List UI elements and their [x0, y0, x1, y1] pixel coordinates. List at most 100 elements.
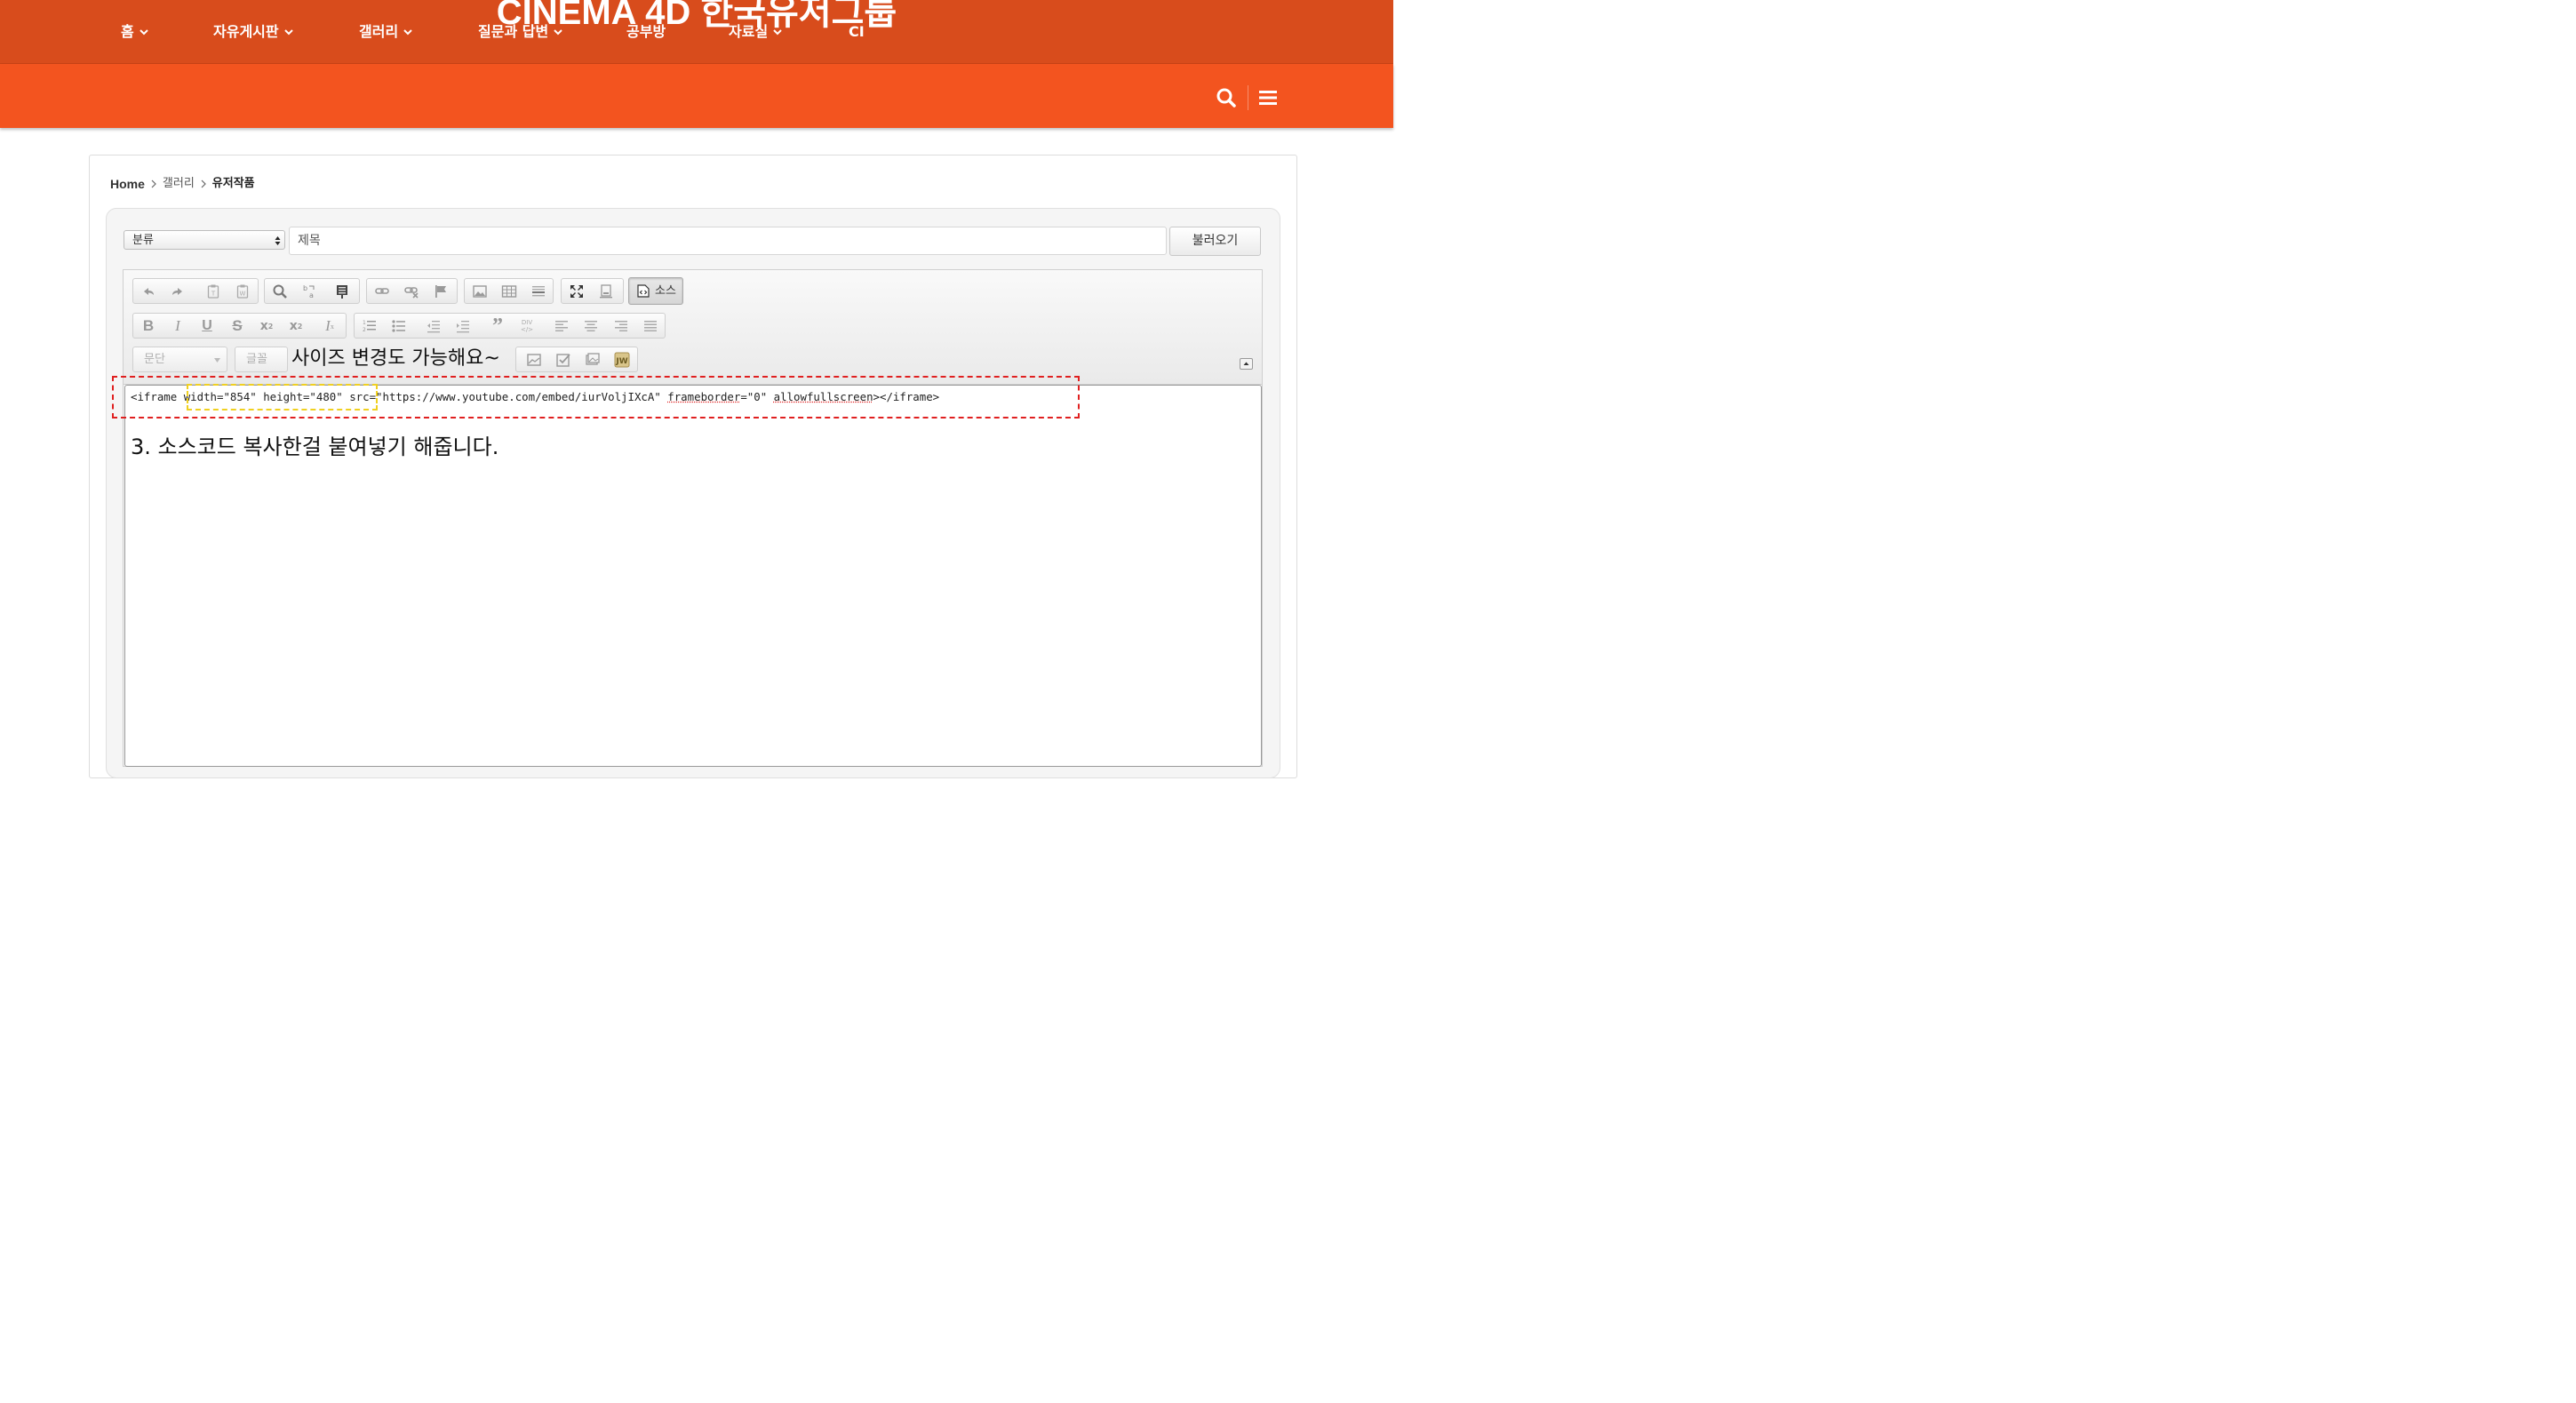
nav-item-label: 질문과 답변	[478, 23, 549, 40]
chevron-right-icon	[201, 179, 206, 188]
instruction-text: 3. 소스코드 복사한걸 붙여넣기 해줍니다.	[131, 434, 499, 459]
toolbar-group-paragraph: 12 ” DIV </>	[354, 313, 666, 339]
nav-item-label: 갤러리	[359, 23, 399, 40]
unlink-icon[interactable]	[402, 282, 421, 301]
underline-icon[interactable]: U	[197, 316, 217, 336]
font-family-dropdown[interactable]: 글꼴	[235, 347, 288, 372]
svg-text:W: W	[240, 291, 246, 298]
title-input[interactable]: 제목	[289, 227, 1167, 255]
nav-item-home[interactable]: 홈	[121, 21, 148, 43]
nav-item-gallery[interactable]: 갤러리	[359, 21, 412, 43]
decrease-indent-icon[interactable]	[424, 316, 443, 336]
svg-text:1: 1	[363, 320, 366, 326]
nav-item-ci[interactable]: CI	[849, 21, 865, 43]
paste-word-icon[interactable]: W	[233, 282, 252, 301]
nav-item-label: 공부방	[626, 23, 666, 40]
toolbar-group-basic-styles: B I U S x2 x2 Ix	[132, 313, 347, 339]
media-frame-icon[interactable]	[524, 350, 544, 370]
align-center-icon[interactable]	[581, 316, 601, 336]
jw-player-icon[interactable]: JW	[612, 350, 632, 370]
maximize-icon[interactable]	[567, 282, 586, 301]
breadcrumb-home[interactable]: Home	[110, 175, 145, 193]
chevron-down-icon	[140, 29, 148, 36]
table-icon[interactable]	[499, 282, 519, 301]
show-blocks-icon[interactable]	[596, 282, 616, 301]
undo-icon[interactable]	[139, 282, 158, 301]
nav-item-free-board[interactable]: 자유게시판	[213, 21, 293, 43]
checkbox-icon[interactable]	[554, 350, 573, 370]
paragraph-format-label: 문단	[144, 353, 165, 366]
breadcrumb-current[interactable]: 유저작품	[212, 175, 255, 193]
toolbar-group-media: JW	[515, 347, 638, 372]
numbered-list-icon[interactable]: 12	[360, 316, 379, 336]
blockquote-icon[interactable]: ”	[488, 315, 507, 337]
find-icon[interactable]	[270, 282, 290, 301]
site-header: CINEMA 4D 한국유저그룹	[0, 0, 1393, 64]
source-button-label: 소스	[655, 284, 676, 298]
align-right-icon[interactable]	[611, 316, 631, 336]
chevron-right-icon	[151, 179, 156, 188]
category-select-value: 분류	[132, 234, 154, 247]
embed-image-icon[interactable]	[583, 350, 602, 370]
redo-icon[interactable]	[168, 282, 187, 301]
chevron-down-icon	[403, 29, 412, 36]
italic-icon[interactable]: I	[168, 316, 187, 336]
nav-item-label: CI	[849, 23, 865, 40]
title-input-placeholder: 제목	[298, 234, 321, 248]
image-icon[interactable]	[470, 282, 490, 301]
load-button[interactable]: 불러오기	[1169, 227, 1261, 256]
toolbar-group-view	[561, 278, 624, 304]
nav-item-archive[interactable]: 자료실	[729, 21, 782, 43]
nav-item-qna[interactable]: 질문과 답변	[478, 21, 562, 43]
hamburger-menu-icon[interactable]	[1257, 87, 1279, 108]
breadcrumb-gallery[interactable]: 갤러리	[163, 175, 195, 193]
select-arrows-icon	[275, 236, 281, 245]
svg-text:a: a	[309, 291, 314, 299]
chevron-down-icon	[283, 29, 293, 36]
strikethrough-icon[interactable]: S	[227, 316, 247, 336]
svg-text:JW: JW	[615, 357, 627, 366]
nav-item-label: 자료실	[729, 23, 769, 40]
size-highlight-box	[187, 384, 378, 411]
replace-icon[interactable]: ba	[299, 282, 319, 301]
source-code-icon	[637, 284, 650, 298]
toolbar-group-insert	[464, 278, 554, 304]
select-all-icon[interactable]	[332, 282, 352, 301]
triangle-up-icon	[1243, 362, 1249, 365]
toolbar-group-history: T W	[132, 278, 259, 304]
toolbar-group-links	[366, 278, 458, 304]
nav-item-label: 홈	[121, 23, 134, 40]
chevron-down-icon	[214, 358, 220, 363]
remove-format-icon[interactable]: Ix	[320, 316, 339, 336]
paragraph-format-dropdown[interactable]: 문단	[132, 347, 227, 372]
link-icon[interactable]	[372, 282, 392, 301]
svg-text:T: T	[211, 291, 216, 298]
svg-text:b: b	[303, 284, 307, 292]
nav-item-study-room[interactable]: 공부방	[626, 21, 666, 43]
paste-text-icon[interactable]: T	[203, 282, 223, 301]
svg-text:2: 2	[363, 327, 366, 333]
site-title[interactable]: CINEMA 4D 한국유저그룹	[0, 0, 1393, 36]
anchor-flag-icon[interactable]	[431, 282, 451, 301]
align-justify-icon[interactable]	[641, 316, 660, 336]
increase-indent-icon[interactable]	[453, 316, 473, 336]
category-select[interactable]: 분류	[124, 230, 285, 250]
horizontal-rule-icon[interactable]	[529, 282, 548, 301]
main-nav	[0, 64, 1393, 128]
chevron-down-icon	[554, 29, 562, 36]
collapse-toolbar-button[interactable]	[1240, 358, 1253, 370]
bulleted-list-icon[interactable]	[389, 316, 409, 336]
nav-item-label: 자유게시판	[213, 23, 279, 40]
search-icon[interactable]	[1216, 87, 1237, 108]
subscript-icon[interactable]: x2	[257, 316, 276, 336]
align-left-icon[interactable]	[552, 316, 571, 336]
source-button[interactable]: 소스	[628, 277, 683, 305]
bold-icon[interactable]: B	[139, 316, 158, 336]
toolbar-group-find: ba	[264, 278, 360, 304]
div-container-icon[interactable]: DIV </>	[517, 316, 537, 336]
superscript-icon[interactable]: x2	[286, 316, 306, 336]
chevron-down-icon	[773, 29, 782, 36]
size-change-annotation: 사이즈 변경도 가능해요~	[291, 347, 500, 370]
font-family-label: 글꼴	[246, 353, 267, 366]
breadcrumb: Home 갤러리 유저작품	[110, 175, 255, 193]
